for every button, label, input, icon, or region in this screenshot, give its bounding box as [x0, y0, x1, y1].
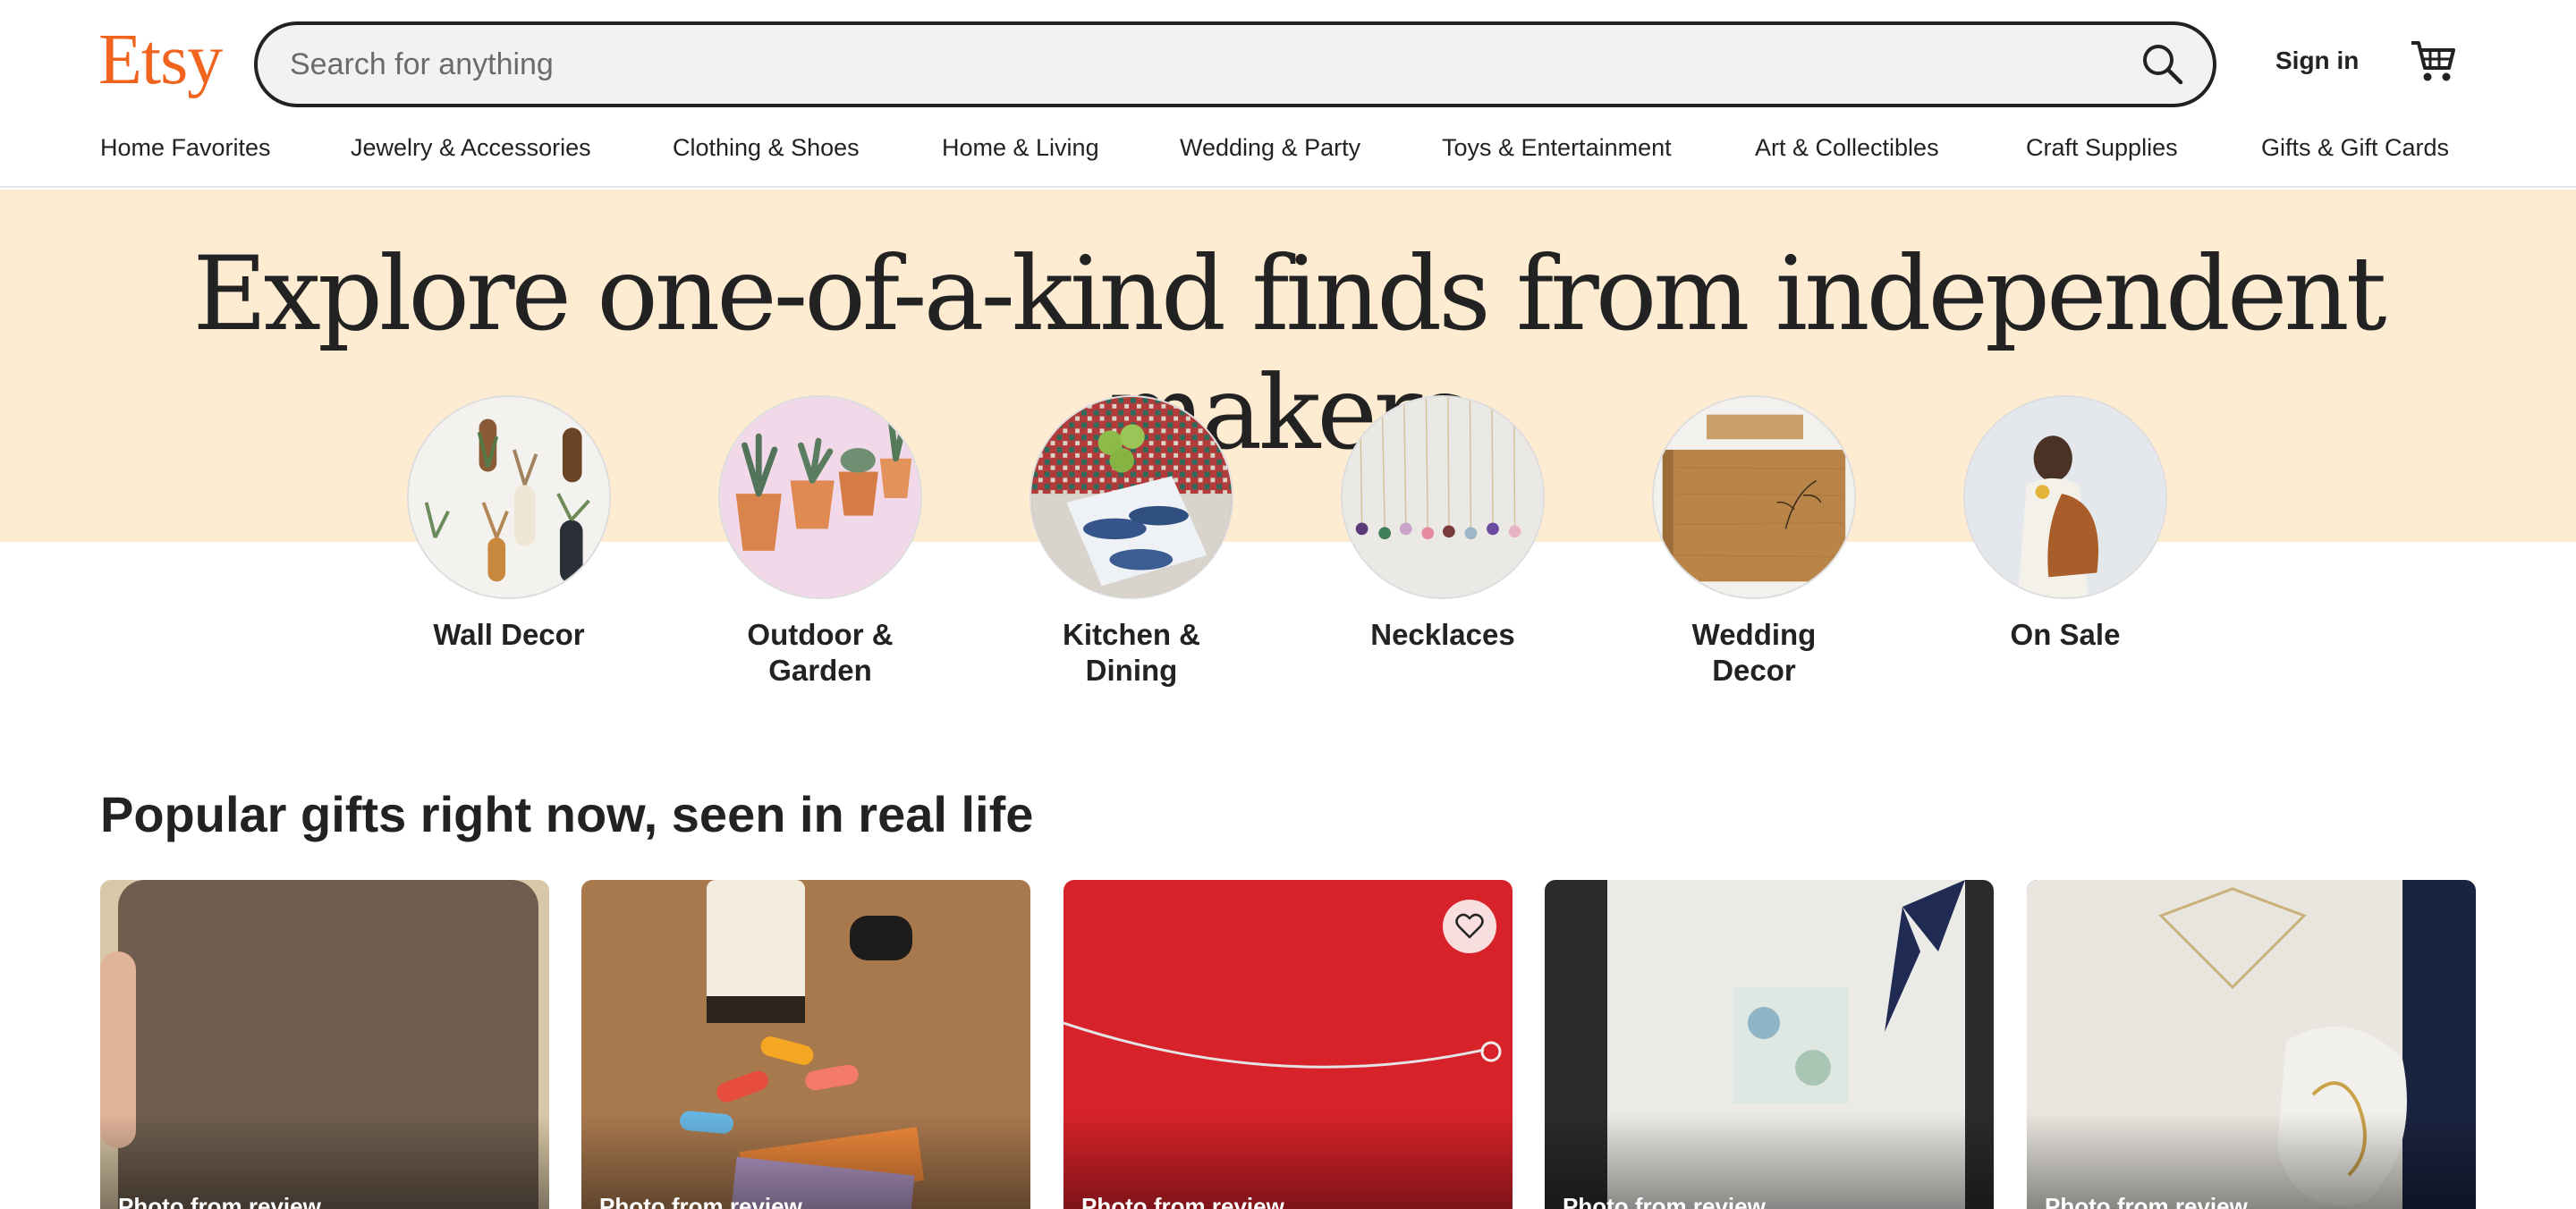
category-kitchen-dining[interactable]: Kitchen & Dining [1024, 395, 1239, 689]
card-caption: Photo from review [118, 1193, 321, 1209]
product-card[interactable]: Photo from review [1545, 880, 1994, 1209]
category-image [1963, 395, 2167, 599]
search-icon [2143, 45, 2183, 85]
search-bar[interactable] [254, 21, 2216, 107]
category-necklaces[interactable]: Necklaces [1335, 395, 1550, 653]
nav-item-art-collectibles[interactable]: Art & Collectibles [1755, 134, 1939, 162]
hero-title: Explore one-of-a-kind finds from indepen… [192, 234, 2386, 472]
section-title: Popular gifts right now, seen in real li… [100, 786, 1034, 842]
category-image [407, 395, 611, 599]
cart-icon [2411, 41, 2455, 81]
card-caption: Photo from review [1081, 1193, 1284, 1209]
category-label: Wedding Decor [1691, 618, 1817, 687]
category-wall-decor[interactable]: Wall Decor [402, 395, 616, 653]
product-card[interactable]: Photo from review [2027, 880, 2476, 1209]
category-label: On Sale [2010, 618, 2121, 651]
nav-item-home-living[interactable]: Home & Living [942, 134, 1099, 162]
nav-item-jewelry-accessories[interactable]: Jewelry & Accessories [351, 134, 591, 162]
sign-in-link[interactable]: Sign in [2275, 46, 2359, 75]
category-on-sale[interactable]: On Sale [1958, 395, 2173, 653]
site-header: Etsy Sign in Home Favorites Jewelry & Ac… [0, 0, 2576, 188]
cart-button[interactable] [2408, 38, 2458, 84]
category-label: Necklaces [1370, 618, 1515, 651]
category-image [1030, 395, 1233, 599]
product-card[interactable]: Photo from review [100, 880, 549, 1209]
category-wedding-decor[interactable]: Wedding Decor [1647, 395, 1861, 689]
category-image [1652, 395, 1856, 599]
nav-item-wedding-party[interactable]: Wedding & Party [1180, 134, 1360, 162]
category-image [718, 395, 922, 599]
search-button[interactable] [2138, 39, 2188, 89]
card-caption: Photo from review [599, 1193, 802, 1209]
category-outdoor-garden[interactable]: Outdoor & Garden [713, 395, 928, 689]
category-label: Wall Decor [433, 618, 585, 651]
search-input[interactable] [290, 25, 2079, 104]
heart-icon [1455, 913, 1484, 939]
category-label: Outdoor & Garden [747, 618, 894, 687]
nav-item-toys-entertainment[interactable]: Toys & Entertainment [1442, 134, 1672, 162]
nav-item-home-favorites[interactable]: Home Favorites [100, 134, 271, 162]
etsy-logo[interactable]: Etsy [98, 20, 223, 101]
category-label: Kitchen & Dining [1062, 618, 1200, 687]
nav-item-clothing-shoes[interactable]: Clothing & Shoes [673, 134, 860, 162]
product-card[interactable]: Photo from review [581, 880, 1030, 1209]
product-card[interactable]: Photo from review [1063, 880, 1513, 1209]
nav-item-gifts-gift-cards[interactable]: Gifts & Gift Cards [2261, 134, 2449, 162]
category-image [1341, 395, 1545, 599]
card-caption: Photo from review [2045, 1193, 2248, 1209]
nav-item-craft-supplies[interactable]: Craft Supplies [2026, 134, 2178, 162]
card-caption: Photo from review [1563, 1193, 1766, 1209]
favorite-button[interactable] [1443, 900, 1496, 953]
